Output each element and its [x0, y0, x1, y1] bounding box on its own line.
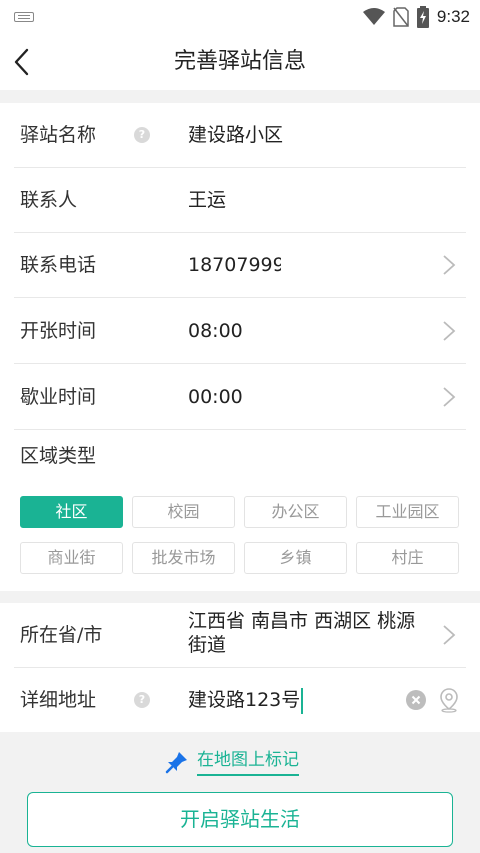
station-name-input[interactable]: 建设路小区 — [188, 103, 283, 167]
address-label: 详细地址 — [20, 689, 97, 711]
region-chip-industrial[interactable]: 工业园区 — [356, 496, 459, 528]
mark-on-map-label: 在地图上标记 — [197, 749, 299, 776]
contact-label: 联系人 — [20, 189, 78, 211]
help-icon[interactable]: ? — [134, 127, 150, 143]
location-icon[interactable] — [438, 687, 460, 713]
address-row[interactable]: 详细地址 ? 建设路123号 — [14, 668, 466, 732]
mark-on-map-link[interactable]: 在地图上标记 — [165, 747, 299, 777]
region-chip-village[interactable]: 村庄 — [356, 542, 459, 574]
battery-charging-icon — [416, 6, 429, 28]
address-input[interactable]: 建设路123号 — [188, 668, 304, 732]
province-city-value: 江西省 南昌市 西湖区 桃源街道 — [188, 610, 416, 656]
province-city-row[interactable]: 所在省/市 江西省 南昌市 西湖区 桃源街道 — [14, 603, 466, 668]
region-chip-town[interactable]: 乡镇 — [244, 542, 347, 574]
phone-label: 联系电话 — [20, 254, 97, 276]
station-name-row[interactable]: 驿站名称 ? 建设路小区 — [14, 103, 466, 168]
chevron-right-icon — [443, 255, 456, 275]
open-time-label: 开张时间 — [20, 320, 97, 342]
text-cursor — [301, 687, 304, 714]
province-city-label: 所在省/市 — [20, 624, 103, 646]
chevron-left-icon — [14, 48, 29, 76]
open-time-row[interactable]: 开张时间 08:00 — [14, 299, 466, 364]
region-type-label: 区域类型 — [20, 445, 97, 467]
page-title: 完善驿站信息 — [173, 49, 306, 74]
clear-icon[interactable] — [406, 690, 426, 710]
region-chip-campus[interactable]: 校园 — [132, 496, 235, 528]
back-button[interactable] — [8, 45, 42, 79]
no-sim-icon — [393, 7, 409, 27]
region-chip-wholesale[interactable]: 批发市场 — [132, 542, 235, 574]
open-time-value: 08:00 — [188, 320, 243, 342]
contact-row[interactable]: 联系人 王运 — [14, 168, 466, 233]
wifi-icon — [362, 8, 385, 25]
close-time-label: 歇业时间 — [20, 386, 97, 408]
keyboard-icon — [14, 12, 34, 22]
status-bar: 9:32 — [0, 0, 480, 33]
phone-row[interactable]: 联系电话 18707999 — [14, 233, 466, 298]
phone-input[interactable]: 18707999 — [188, 233, 281, 297]
station-name-label: 驿站名称 — [20, 124, 97, 146]
region-chip-office[interactable]: 办公区 — [244, 496, 347, 528]
chevron-right-icon — [443, 387, 456, 407]
address-text: 建设路123号 — [188, 689, 301, 711]
address-card: 所在省/市 江西省 南昌市 西湖区 桃源街道 详细地址 ? 建设路123号 — [0, 603, 480, 732]
submit-button[interactable]: 开启驿站生活 — [27, 792, 453, 847]
chevron-right-icon — [443, 321, 456, 341]
close-time-value: 00:00 — [188, 386, 243, 408]
chevron-right-icon — [443, 625, 456, 645]
contact-input[interactable]: 王运 — [188, 168, 226, 232]
help-icon[interactable]: ? — [134, 692, 150, 708]
pin-icon — [165, 752, 187, 774]
status-time: 9:32 — [436, 7, 470, 26]
region-chip-community[interactable]: 社区 — [20, 496, 123, 528]
region-chip-commercial[interactable]: 商业街 — [20, 542, 123, 574]
station-info-card: 驿站名称 ? 建设路小区 联系人 王运 联系电话 18707999 开张时间 0… — [0, 103, 480, 591]
close-time-row[interactable]: 歇业时间 00:00 — [14, 365, 466, 430]
header: 完善驿站信息 — [0, 33, 480, 90]
